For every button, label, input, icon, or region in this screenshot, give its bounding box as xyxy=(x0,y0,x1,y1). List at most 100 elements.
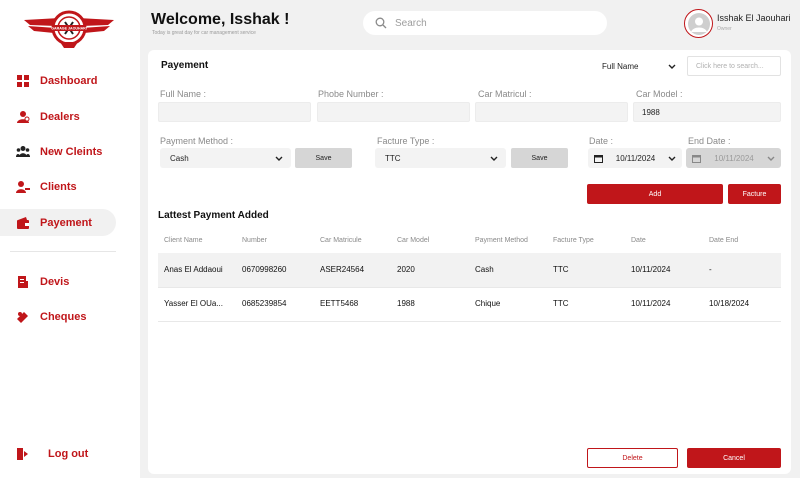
garage-logo: GARAGE JAOUHARI xyxy=(24,10,114,48)
cancel-button[interactable]: Cancel xyxy=(687,448,781,468)
table-cell: EETT5468 xyxy=(320,299,359,308)
table-cell: 10/11/2024 xyxy=(631,265,671,274)
save-facture-button[interactable]: Save xyxy=(511,148,568,168)
search-input[interactable] xyxy=(395,17,585,29)
table-cell: 0670998260 xyxy=(242,265,287,274)
table-row[interactable]: Anas El Addaoui 0670998260 ASER24564 202… xyxy=(158,253,781,287)
delete-button[interactable]: Delete xyxy=(587,448,678,468)
matricul-field[interactable] xyxy=(475,102,628,122)
sidebar-item-new-clients[interactable]: New Cleints xyxy=(0,138,116,165)
matricul-label: Car Matricul : xyxy=(478,89,532,99)
table-cell: Anas El Addaoui xyxy=(164,265,223,274)
document-icon xyxy=(18,275,28,288)
cheque-icon xyxy=(17,311,28,323)
welcome-title: Welcome, Isshak ! xyxy=(151,11,290,28)
sidebar-item-label: Devis xyxy=(40,275,70,288)
date-label: Date : xyxy=(589,136,614,146)
sidebar-item-cheques[interactable]: Cheques xyxy=(0,303,116,330)
table-title: Lattest Payment Added xyxy=(158,210,269,221)
column-header: Date xyxy=(631,237,646,244)
table-cell: - xyxy=(709,265,712,274)
chevron-down-icon xyxy=(668,64,676,69)
avatar[interactable] xyxy=(684,9,713,38)
chevron-down-icon xyxy=(767,156,775,161)
add-button[interactable]: Add xyxy=(587,184,723,204)
dealers-icon xyxy=(17,110,30,123)
user-role: Owner xyxy=(717,26,732,32)
table-cell: Cash xyxy=(475,265,494,274)
payment-card: Payement Full Name Click here to search.… xyxy=(148,50,791,474)
sidebar-item-label: Payement xyxy=(40,216,92,229)
table-cell: Chique xyxy=(475,299,501,308)
column-header: Payment Method xyxy=(475,237,528,244)
payment-method-label: Payment Method : xyxy=(160,136,234,146)
logout-button[interactable]: Log out xyxy=(0,440,116,467)
table-cell: 1988 xyxy=(397,299,415,308)
table-cell: 0685239854 xyxy=(242,299,287,308)
table-row[interactable]: Yasser El OUa... 0685239854 EETT5468 198… xyxy=(158,287,781,321)
full-name-field[interactable] xyxy=(158,102,311,122)
table-cell: 10/18/2024 xyxy=(709,299,750,308)
wallet-icon xyxy=(17,216,29,229)
sidebar-item-clients[interactable]: Clients xyxy=(0,173,116,200)
sidebar-item-dealers[interactable]: Dealers xyxy=(0,103,116,130)
sidebar-item-devis[interactable]: Devis xyxy=(0,268,116,295)
chevron-down-icon xyxy=(668,156,676,161)
sidebar-item-label: Clients xyxy=(40,180,77,193)
column-header: Client Name xyxy=(164,237,203,244)
table-cell: Yasser El OUa... xyxy=(164,299,223,308)
facture-type-label: Facture Type : xyxy=(377,136,435,146)
sidebar-item-label: Dealers xyxy=(40,110,80,123)
save-method-button[interactable]: Save xyxy=(295,148,352,168)
filter-select[interactable]: Full Name xyxy=(592,56,684,76)
phone-field[interactable] xyxy=(317,102,470,122)
table-cell: TTC xyxy=(553,299,569,308)
column-header: Car Model xyxy=(397,237,430,244)
column-header: Number xyxy=(242,237,267,244)
filter-select-value: Full Name xyxy=(602,61,639,71)
calendar-icon xyxy=(594,154,603,163)
calendar-icon xyxy=(692,154,701,163)
sidebar-item-label: Dashboard xyxy=(40,74,98,87)
column-header: Car Matricule xyxy=(320,237,362,244)
sidebar-item-dashboard[interactable]: Dashboard xyxy=(0,67,116,94)
end-date-value: 10/11/2024 xyxy=(714,153,754,163)
facture-type-select[interactable]: TTC xyxy=(375,148,506,168)
column-header: Facture Type xyxy=(553,237,594,244)
model-label: Car Model : xyxy=(636,89,683,99)
date-input[interactable]: 10/11/2024 xyxy=(588,148,682,168)
logout-icon xyxy=(17,447,28,460)
facture-type-value: TTC xyxy=(385,153,401,163)
sidebar-divider xyxy=(10,251,116,252)
column-header: Date End xyxy=(709,237,739,244)
svg-text:GARAGE JAOUHARI: GARAGE JAOUHARI xyxy=(51,27,87,31)
payment-title: Payement xyxy=(161,60,209,71)
facture-button[interactable]: Facture xyxy=(728,184,781,204)
filter-search-input[interactable]: Click here to search... xyxy=(687,56,781,76)
end-date-input[interactable]: 10/11/2024 xyxy=(686,148,781,168)
payment-method-select[interactable]: Cash xyxy=(160,148,291,168)
logout-label: Log out xyxy=(48,447,89,460)
user-avatar-icon xyxy=(687,12,710,35)
clients-icon xyxy=(16,180,30,193)
chevron-down-icon xyxy=(490,156,498,161)
user-name: Isshak El Jaouhari xyxy=(717,13,791,23)
end-date-label: End Date : xyxy=(688,136,731,146)
date-value: 10/11/2024 xyxy=(615,153,656,163)
table-cell: ASER24564 xyxy=(320,265,365,274)
table-cell: 10/11/2024 xyxy=(631,299,671,308)
chevron-down-icon xyxy=(275,156,283,161)
model-field[interactable]: 1988 xyxy=(633,102,781,122)
sidebar: GARAGE JAOUHARI Dashboard Dealers New Cl… xyxy=(0,0,140,478)
search-bar[interactable] xyxy=(363,11,607,35)
payment-method-value: Cash xyxy=(170,153,189,163)
filter-search-placeholder: Click here to search... xyxy=(696,62,764,70)
full-name-label: Full Name : xyxy=(160,89,207,99)
group-users-icon xyxy=(16,145,30,157)
search-icon xyxy=(375,17,387,29)
sidebar-item-label: New Cleints xyxy=(40,145,103,158)
sidebar-item-payement[interactable]: Payement xyxy=(0,209,116,236)
table-cell: 2020 xyxy=(397,265,415,274)
phone-label: Phobe Number : xyxy=(318,89,384,99)
table-cell: TTC xyxy=(553,265,569,274)
